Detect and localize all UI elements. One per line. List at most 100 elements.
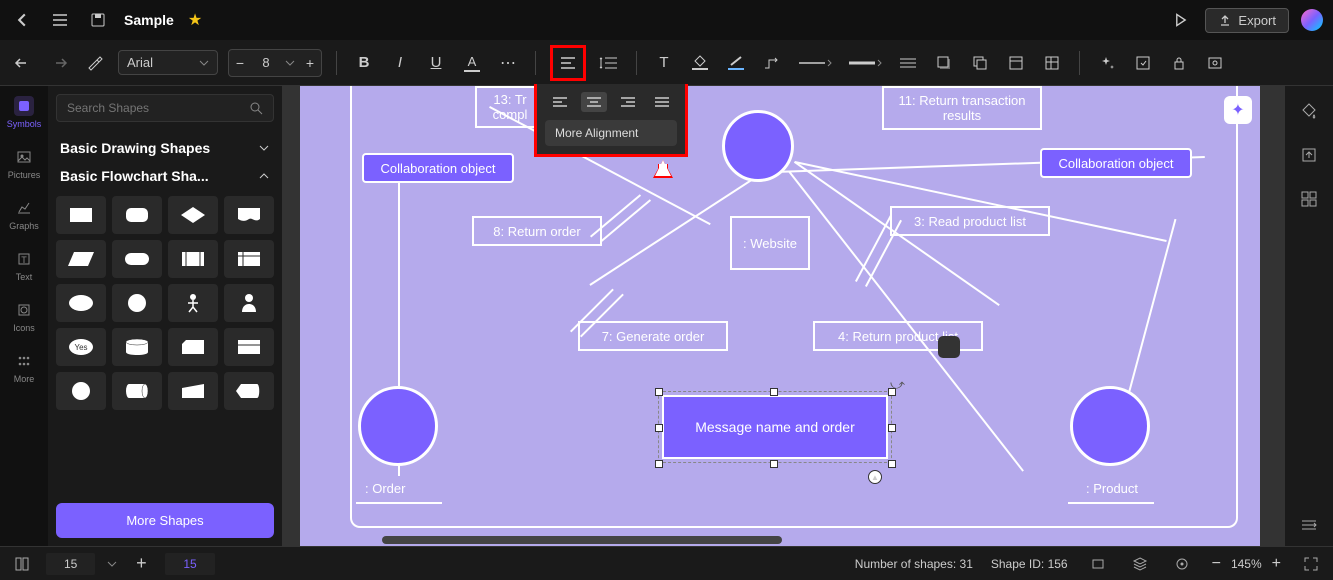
undo-button[interactable]	[10, 50, 36, 76]
lock-button[interactable]	[1166, 50, 1192, 76]
shape-circle[interactable]	[112, 284, 162, 322]
rail-graphs[interactable]: Graphs	[9, 198, 39, 231]
more-text-button[interactable]: ⋯	[495, 50, 521, 76]
shape-terminator[interactable]	[112, 240, 162, 278]
category-basic-drawing[interactable]: Basic Drawing Shapes	[56, 134, 274, 162]
shape-cylinder-h[interactable]	[112, 372, 162, 410]
distribute-button[interactable]	[895, 50, 921, 76]
export-panel-icon[interactable]	[1298, 144, 1320, 166]
preview-button[interactable]	[1202, 50, 1228, 76]
shape-decision-yes[interactable]: Yes	[56, 328, 106, 366]
category-basic-flowchart[interactable]: Basic Flowchart Sha...	[56, 162, 274, 190]
zoom-out-button[interactable]: −	[1212, 555, 1221, 573]
text-tool-button[interactable]: T	[651, 50, 677, 76]
shape-database[interactable]	[112, 328, 162, 366]
more-shapes-button[interactable]: More Shapes	[56, 503, 274, 538]
ai-assist-button[interactable]: ✦	[1224, 96, 1252, 124]
grid-panel-icon[interactable]	[1298, 188, 1320, 210]
chevron-down-icon[interactable]	[107, 561, 117, 567]
fill-tool-icon[interactable]	[1298, 100, 1320, 122]
line-color-button[interactable]	[723, 50, 749, 76]
page-tab-current[interactable]: 15	[46, 553, 95, 575]
font-size-decrease[interactable]: −	[229, 50, 251, 76]
align-center-option[interactable]	[581, 92, 607, 112]
layers-button[interactable]	[1128, 552, 1152, 576]
align-left-option[interactable]	[547, 92, 573, 112]
fullscreen-button[interactable]	[1299, 552, 1323, 576]
avatar[interactable]	[1301, 9, 1323, 31]
align-right-option[interactable]	[615, 92, 641, 112]
add-page-button[interactable]: +	[129, 552, 153, 576]
align-justify-option[interactable]	[649, 92, 675, 112]
shadow-button[interactable]	[931, 50, 957, 76]
rail-more[interactable]: More	[14, 351, 35, 384]
chevron-down-icon[interactable]	[285, 60, 295, 66]
node-3[interactable]: 3: Read product list	[890, 206, 1050, 236]
page-tab-new[interactable]: 15	[165, 553, 214, 575]
font-family-select[interactable]: Arial	[118, 50, 218, 75]
rail-icons[interactable]: Icons	[13, 300, 35, 333]
shape-circle2[interactable]	[56, 372, 106, 410]
shape-internal-storage[interactable]	[224, 240, 274, 278]
target-button[interactable]	[1170, 552, 1194, 576]
horizontal-scrollbar[interactable]	[382, 536, 782, 544]
copy-button[interactable]	[967, 50, 993, 76]
italic-button[interactable]: I	[387, 50, 413, 76]
text-align-button[interactable]	[555, 50, 581, 76]
pages-panel-button[interactable]	[10, 552, 34, 576]
favorite-star-icon[interactable]: ★	[188, 10, 202, 30]
node-11[interactable]: 11: Return transaction results	[882, 86, 1042, 130]
rotate-handle[interactable]: ▲	[868, 470, 882, 484]
node-website[interactable]: : Website	[730, 216, 810, 270]
search-shapes-input[interactable]	[56, 94, 274, 122]
shape-display[interactable]	[224, 372, 274, 410]
zoom-in-button[interactable]: +	[1272, 555, 1281, 573]
shape-document[interactable]	[224, 196, 274, 234]
node-8[interactable]: 8: Return order	[472, 216, 602, 246]
node-collab-left[interactable]: Collaboration object	[362, 153, 514, 183]
shape-ellipse[interactable]	[56, 284, 106, 322]
layout-button[interactable]	[1003, 50, 1029, 76]
bold-button[interactable]: B	[351, 50, 377, 76]
shape-rounded-rect[interactable]	[112, 196, 162, 234]
play-button[interactable]	[1169, 8, 1193, 32]
export-button[interactable]: Export	[1205, 8, 1289, 33]
rail-symbols[interactable]: Symbols	[7, 96, 42, 129]
fill-color-button[interactable]	[687, 50, 713, 76]
format-painter-button[interactable]	[82, 50, 108, 76]
table-button[interactable]	[1039, 50, 1065, 76]
line-style-button[interactable]	[795, 50, 835, 76]
connector-button[interactable]	[759, 50, 785, 76]
rotate-arc-icon[interactable]: ⤻	[890, 376, 905, 393]
node-7[interactable]: 7: Generate order	[578, 321, 728, 351]
font-size-stepper[interactable]: − 8 +	[228, 49, 322, 77]
shape-diamond[interactable]	[168, 196, 218, 234]
edit-button[interactable]	[1130, 50, 1156, 76]
rail-pictures[interactable]: Pictures	[8, 147, 41, 180]
line-spacing-button[interactable]	[596, 50, 622, 76]
rail-text[interactable]: TText	[14, 249, 34, 282]
canvas[interactable]: Collaboration object Collaboration objec…	[282, 86, 1285, 546]
font-color-button[interactable]: A	[459, 50, 485, 76]
search-input-field[interactable]	[67, 101, 241, 115]
save-icon[interactable]	[86, 8, 110, 32]
node-circle-product[interactable]	[1070, 386, 1150, 466]
menu-button[interactable]	[48, 8, 72, 32]
node-collab-right[interactable]: Collaboration object	[1040, 148, 1192, 178]
shape-stored-data[interactable]	[224, 328, 274, 366]
effects-button[interactable]	[1094, 50, 1120, 76]
line-weight-button[interactable]	[845, 50, 885, 76]
floating-handle[interactable]	[938, 336, 960, 358]
shape-parallelogram[interactable]	[56, 240, 106, 278]
underline-button[interactable]: U	[423, 50, 449, 76]
more-alignment-button[interactable]: More Alignment	[545, 120, 677, 146]
node-circle-top[interactable]	[722, 110, 794, 182]
fit-view-button[interactable]	[1086, 552, 1110, 576]
node-circle-order[interactable]	[358, 386, 438, 466]
shape-rectangle[interactable]	[56, 196, 106, 234]
shape-card[interactable]	[168, 328, 218, 366]
redo-button[interactable]	[46, 50, 72, 76]
node-message-selected[interactable]: Message name and order	[662, 395, 888, 459]
back-button[interactable]	[10, 8, 34, 32]
shape-person[interactable]	[224, 284, 274, 322]
